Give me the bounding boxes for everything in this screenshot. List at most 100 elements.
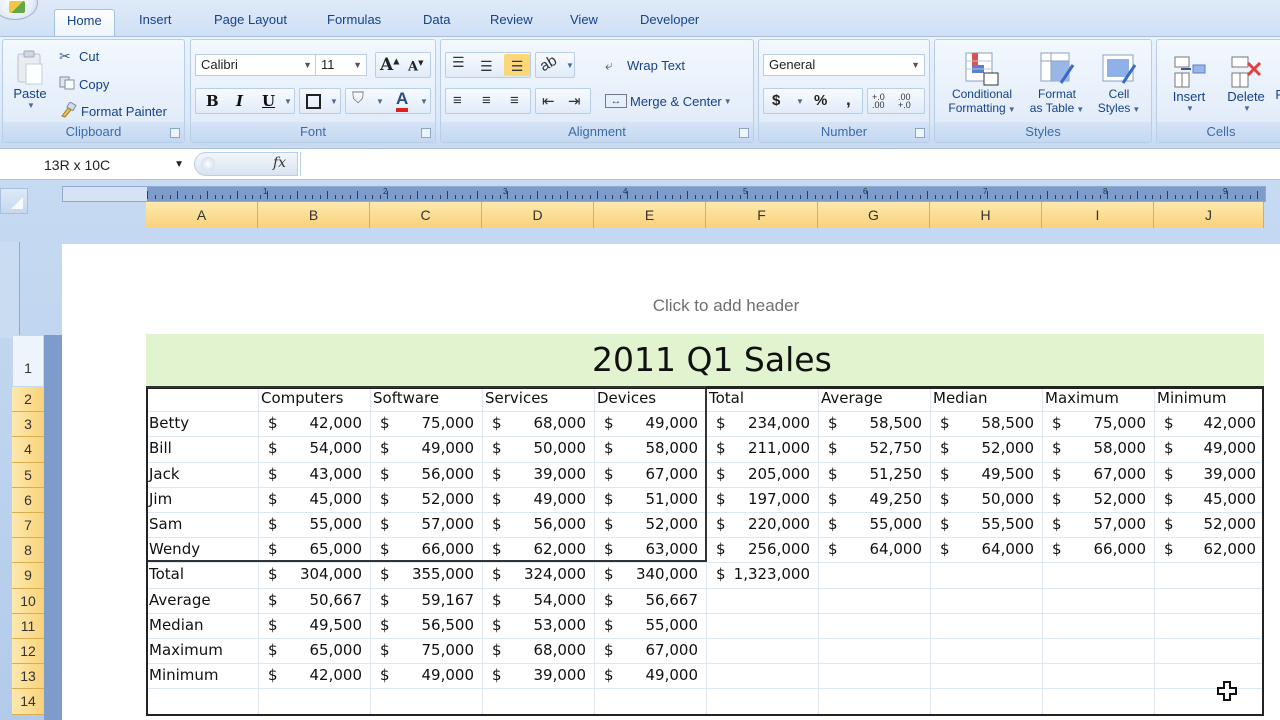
borders-dropdown-icon[interactable]: ▼: [330, 97, 338, 106]
copy-button[interactable]: Copy: [59, 74, 109, 94]
number-format-select[interactable]: General ▼: [763, 54, 925, 76]
select-all-button[interactable]: [0, 188, 28, 214]
cell-styles-button[interactable]: Cell Styles ▼: [1089, 44, 1149, 122]
number-dialog-launcher[interactable]: [915, 128, 925, 138]
merge-center-dropdown-icon[interactable]: ▼: [724, 97, 732, 106]
row-header-14[interactable]: 14: [12, 689, 44, 715]
conditional-formatting-button[interactable]: Conditional Formatting ▼: [939, 44, 1025, 122]
font-color-dropdown-icon[interactable]: ▼: [420, 97, 428, 106]
column-header-c[interactable]: C: [370, 202, 482, 228]
decrease-decimal-button[interactable]: .00 +.0: [898, 93, 922, 110]
italic-button[interactable]: I: [236, 92, 243, 110]
tab-insert[interactable]: Insert: [127, 9, 184, 36]
insert-cells-button[interactable]: Insert ▼: [1161, 44, 1217, 122]
row-header-11[interactable]: 11: [12, 613, 44, 639]
ruler-tick: [957, 191, 958, 199]
align-bottom-icon[interactable]: ☰: [504, 54, 530, 76]
increase-decimal-button[interactable]: +.0 .00: [872, 93, 894, 110]
row-header-2[interactable]: 2: [12, 387, 44, 413]
orientation-dropdown-icon[interactable]: ▼: [566, 61, 574, 70]
column-header-d[interactable]: D: [482, 202, 594, 228]
tab-developer[interactable]: Developer: [628, 9, 711, 36]
fill-color-icon[interactable]: ⛉: [352, 90, 364, 108]
tab-review[interactable]: Review: [478, 9, 545, 36]
format-as-table-button[interactable]: Format as Table ▼: [1025, 44, 1089, 122]
tab-data[interactable]: Data: [411, 9, 462, 36]
row-header-10[interactable]: 10: [12, 588, 44, 614]
percent-button[interactable]: %: [814, 92, 827, 109]
ruler-tick: [379, 195, 381, 199]
align-center-icon[interactable]: ≡: [482, 92, 491, 109]
row-header-8[interactable]: 8: [12, 538, 44, 564]
ruler-tick: [1084, 195, 1086, 199]
align-right-icon[interactable]: ≡: [510, 92, 519, 109]
tab-home[interactable]: Home: [54, 9, 115, 36]
row-header-7[interactable]: 7: [12, 513, 44, 539]
underline-button[interactable]: U: [262, 92, 275, 110]
column-header-a[interactable]: A: [146, 202, 258, 228]
row-header-4[interactable]: 4: [12, 437, 44, 463]
title-row[interactable]: 2011 Q1 Sales: [146, 334, 1264, 386]
tab-view[interactable]: View: [558, 9, 610, 36]
column-header-g[interactable]: G: [818, 202, 930, 228]
ruler-tick: [402, 195, 403, 199]
shrink-font-button[interactable]: A▼: [408, 58, 423, 74]
format-as-table-label-2-text: as Table: [1029, 101, 1075, 115]
cut-button[interactable]: ✂ Cut: [59, 46, 99, 66]
grow-font-button[interactable]: A▲: [380, 55, 399, 75]
row-header-13[interactable]: 13: [12, 664, 44, 690]
ruler-tick: [1122, 195, 1123, 199]
currency-button[interactable]: $: [772, 92, 780, 109]
decrease-indent-icon[interactable]: ⇤: [542, 92, 555, 110]
ruler-tick: [634, 195, 636, 199]
add-header-prompt[interactable]: Click to add header: [62, 296, 1280, 316]
font-size-select[interactable]: 11 ▼: [315, 54, 367, 76]
currency-dropdown-icon[interactable]: ▼: [796, 97, 804, 106]
align-top-icon[interactable]: ☰: [452, 54, 465, 71]
row-header-3[interactable]: 3: [12, 412, 44, 438]
column-header-f[interactable]: F: [706, 202, 818, 228]
merge-center-button[interactable]: ↔ Merge & Center ▼: [605, 90, 732, 112]
column-header-e[interactable]: E: [594, 202, 706, 228]
increase-indent-icon[interactable]: ⇥: [568, 92, 581, 110]
fill-color-dropdown-icon[interactable]: ▼: [376, 97, 384, 106]
column-header-i[interactable]: I: [1042, 202, 1154, 228]
row-header-6[interactable]: 6: [12, 487, 44, 513]
tab-page-layout[interactable]: Page Layout: [202, 9, 299, 36]
font-color-button[interactable]: A: [396, 90, 409, 112]
orientation-button[interactable]: ab ▼: [535, 52, 575, 78]
comma-button[interactable]: ,: [846, 90, 851, 110]
wrap-text-button[interactable]: ⤶ Wrap Text: [605, 54, 685, 76]
clipboard-dialog-launcher[interactable]: [170, 128, 180, 138]
column-header-j[interactable]: J: [1154, 202, 1264, 228]
column-header-h[interactable]: H: [930, 202, 1042, 228]
borders-button[interactable]: ▼: [299, 88, 341, 114]
paste-button[interactable]: Paste ▼: [7, 44, 53, 116]
delete-cells-button[interactable]: Delete ▼: [1217, 44, 1275, 122]
row-header-12[interactable]: 12: [12, 639, 44, 665]
font-dialog-launcher[interactable]: [421, 128, 431, 138]
align-left-icon[interactable]: ≡: [453, 92, 462, 109]
underline-dropdown-icon[interactable]: ▼: [284, 97, 292, 106]
format-cells-button[interactable]: Fo: [1273, 44, 1280, 122]
row-header-9[interactable]: 9: [12, 563, 44, 589]
ruler-tick: [469, 195, 471, 199]
formula-bar-handle[interactable]: [201, 157, 215, 171]
tab-formulas[interactable]: Formulas: [315, 9, 393, 36]
format-painter-button[interactable]: Format Painter: [59, 100, 167, 121]
align-middle-icon[interactable]: ☰: [480, 58, 493, 75]
formula-input[interactable]: [300, 152, 1280, 176]
cell-styles-label-2: Styles ▼: [1098, 101, 1141, 115]
row-header-5[interactable]: 5: [12, 462, 44, 488]
insert-function-icon[interactable]: fx: [273, 155, 286, 171]
alignment-dialog-launcher[interactable]: [739, 128, 749, 138]
ruler-tick: [619, 195, 621, 199]
office-button[interactable]: [0, 0, 38, 20]
chevron-down-icon[interactable]: ▼: [174, 153, 184, 177]
bold-button[interactable]: B: [206, 92, 219, 110]
column-header-b[interactable]: B: [258, 202, 370, 228]
paste-dropdown-icon[interactable]: ▼: [27, 101, 35, 110]
name-box[interactable]: 13R x 10C ▼: [0, 153, 190, 177]
font-name-select[interactable]: Calibri ▼: [195, 54, 317, 76]
row-header-1[interactable]: 1: [12, 335, 44, 387]
